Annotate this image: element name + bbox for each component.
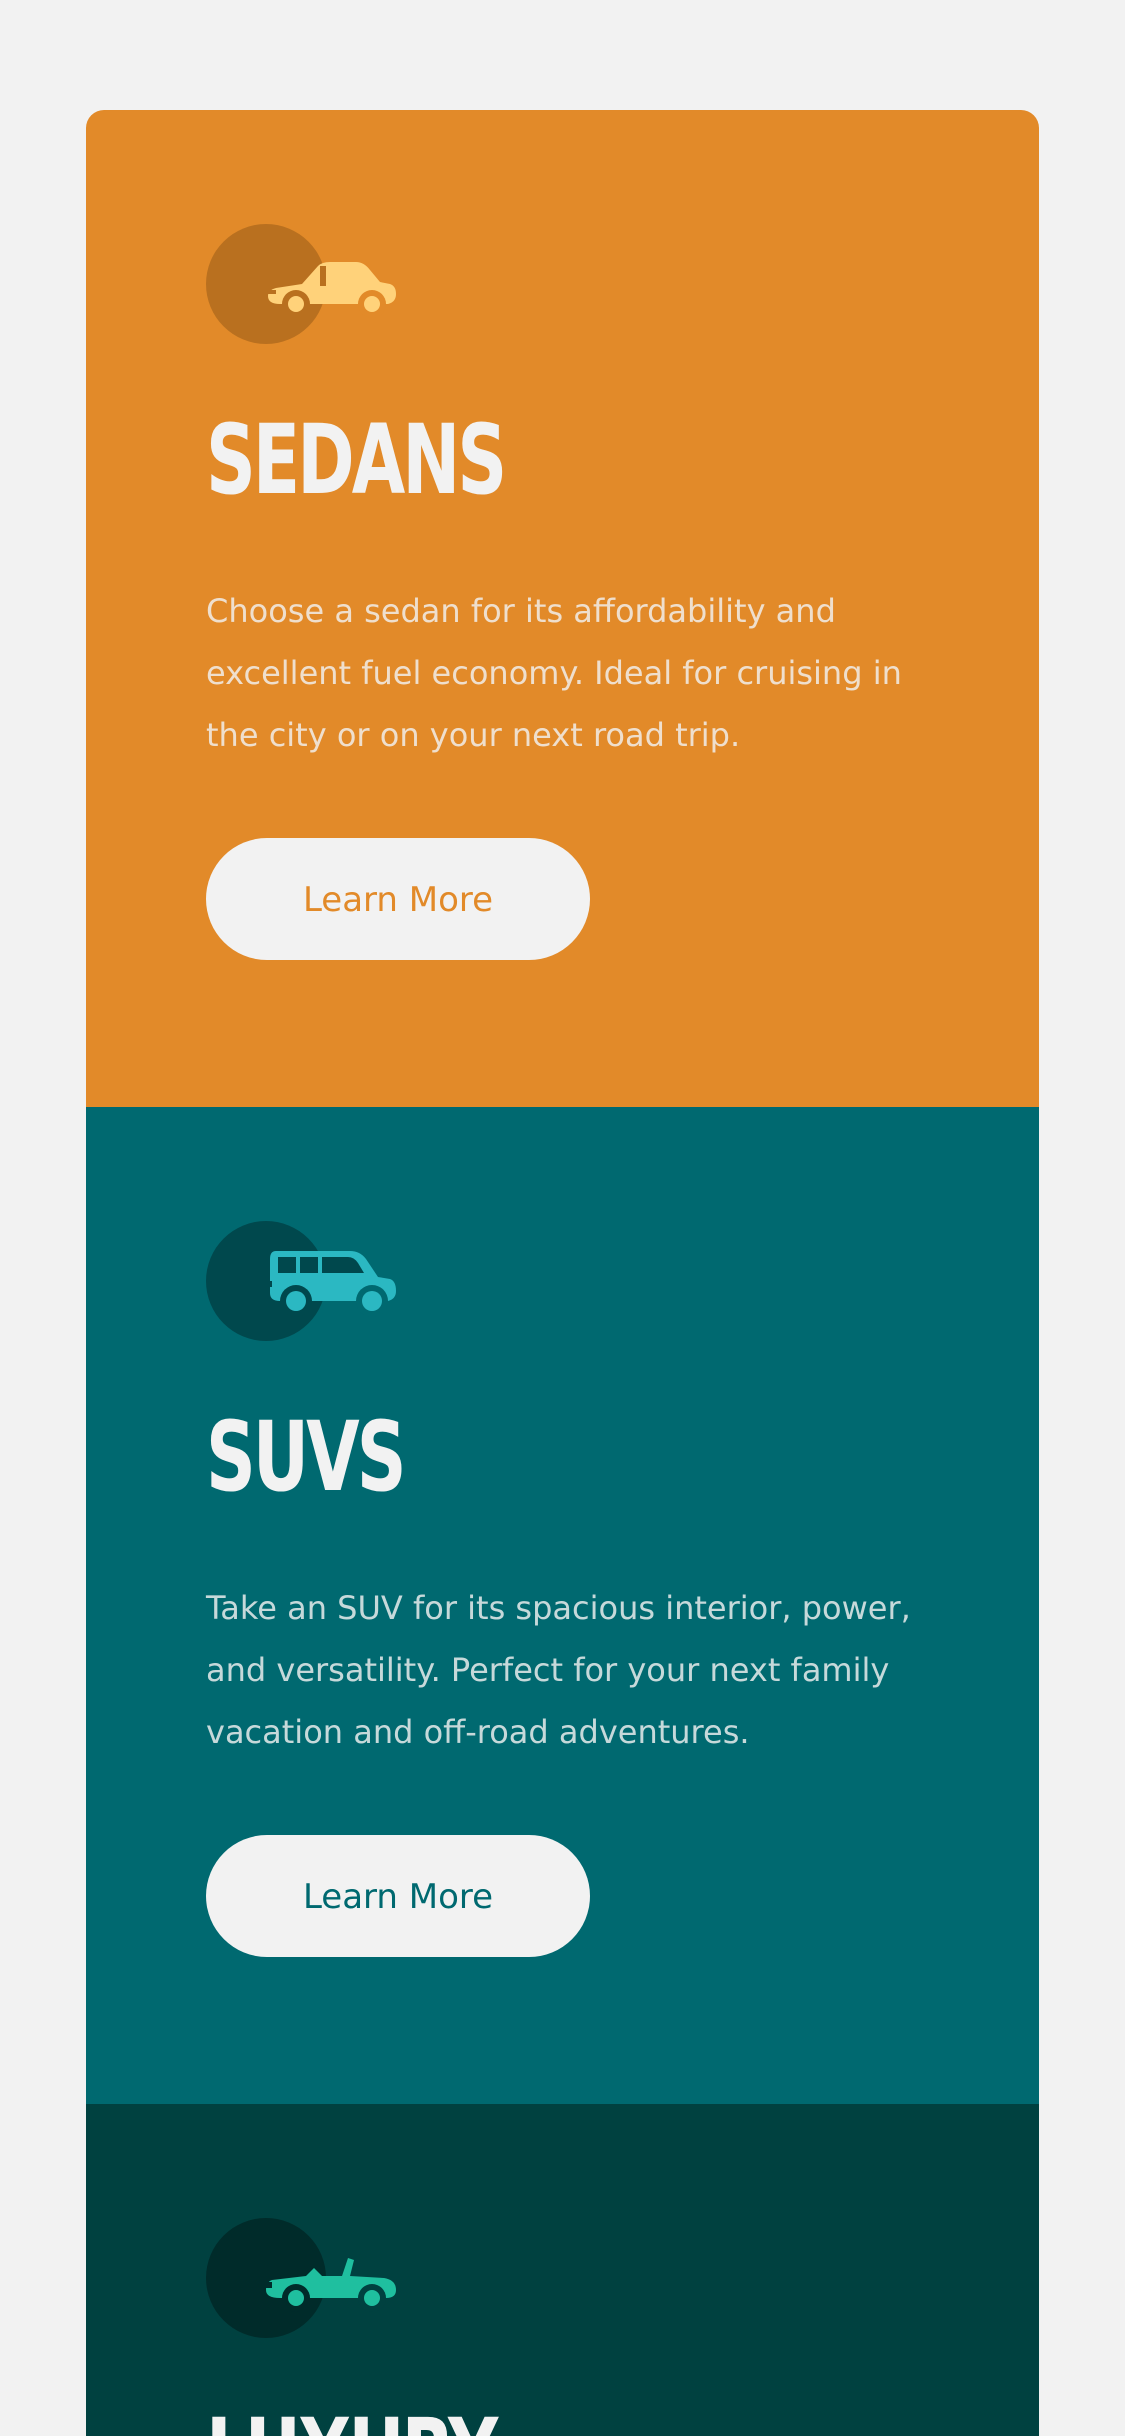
- learn-more-sedans-button[interactable]: Learn More: [206, 838, 590, 960]
- card-title: SUVs: [206, 1401, 407, 1513]
- car-category-cards: Sedans Choose a sedan for its affordabil…: [86, 110, 1039, 2436]
- card-description: Take an SUV for its spacious interior, p…: [206, 1589, 911, 1751]
- page: Sedans Choose a sedan for its affordabil…: [0, 0, 1125, 2436]
- sedan-silhouette: [262, 262, 396, 318]
- suv-silhouette: [262, 1251, 396, 1317]
- learn-more-suvs-button[interactable]: Learn More: [206, 1835, 590, 1957]
- luxury-card: Luxury: [86, 2104, 1039, 2436]
- sedan-car-icon: [206, 224, 406, 344]
- card-description: Choose a sedan for its affordability and…: [206, 592, 902, 754]
- sedans-card: Sedans Choose a sedan for its affordabil…: [86, 110, 1039, 1107]
- luxury-convertible-icon: [206, 2218, 406, 2338]
- suv-car-icon: [206, 1221, 406, 1341]
- convertible-silhouette: [262, 2258, 396, 2312]
- suvs-card: SUVs Take an SUV for its spacious interi…: [86, 1107, 1039, 2104]
- card-title: Sedans: [206, 404, 507, 516]
- card-title: Luxury: [206, 2404, 498, 2436]
